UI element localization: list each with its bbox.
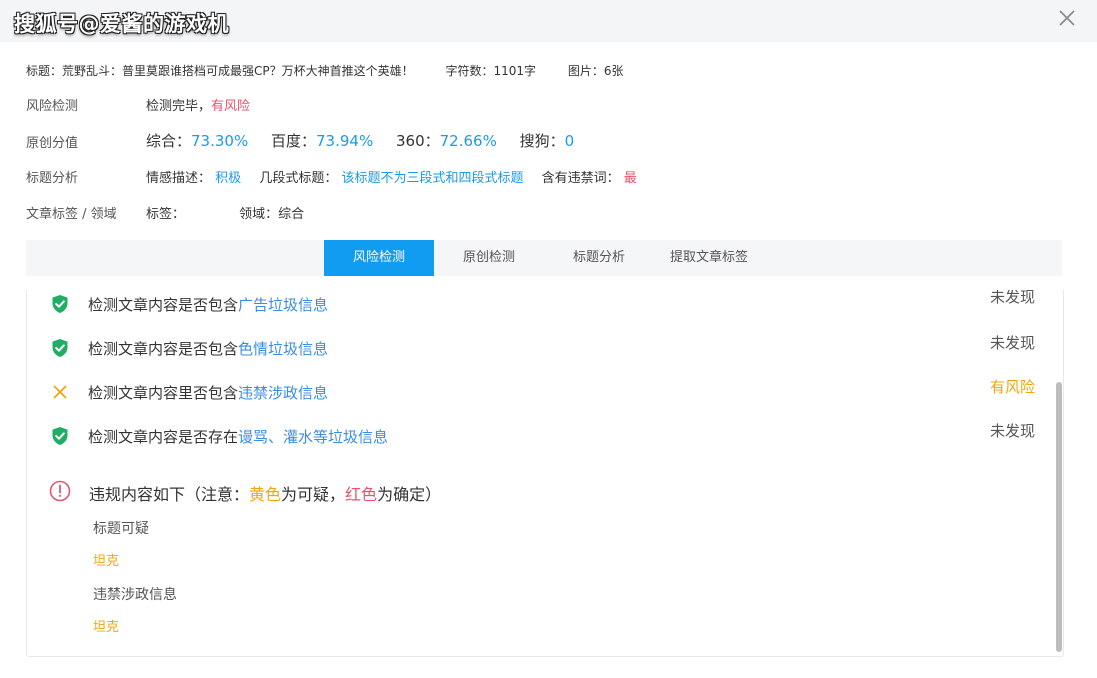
tab-bar: 风险检测 原创检测 标题分析 提取文章标签	[26, 240, 1062, 276]
violation-prefix: 违规内容如下（注意：	[89, 485, 250, 504]
title-analysis-label: 标题分析	[26, 171, 79, 186]
check-link-abuse[interactable]: 谩骂、灌水等垃圾信息	[238, 428, 388, 446]
violation-group-value: 坦克	[93, 554, 120, 569]
tab-risk-check[interactable]: 风险检测	[324, 240, 434, 276]
check-row-ads: 检测文章内容是否包含广告垃圾信息 未发现	[51, 290, 1041, 318]
tab-extract-tags[interactable]: 提取文章标签	[654, 240, 764, 276]
alert-circle-icon	[49, 480, 71, 502]
shield-check-icon	[51, 426, 69, 446]
sogou-score: 0	[564, 132, 575, 150]
tab-originality-check[interactable]: 原创检测	[434, 240, 544, 276]
check-row-politics: 检测文章内容里否包含违禁涉政信息 有风险	[51, 378, 1041, 406]
check-link-ads[interactable]: 广告垃圾信息	[238, 296, 328, 314]
violation-header-text: 违规内容如下（注意：黄色为可疑，红色为确定）	[89, 481, 441, 505]
check-status-risk: 有风险	[989, 378, 1035, 396]
watermark-text: 搜狐号@爱酱的游戏机	[14, 12, 229, 36]
sogou-label: 搜狗：	[519, 132, 565, 150]
s360-label: 360：	[396, 132, 440, 150]
overall-label: 综合：	[146, 132, 192, 150]
check-prefix: 检测文章内容是否包含	[88, 296, 239, 314]
close-icon[interactable]	[1057, 8, 1077, 28]
check-prefix: 检测文章内容是否包含	[88, 340, 239, 358]
sentiment-value: 积极	[215, 171, 242, 186]
scrollbar-thumb[interactable]	[1056, 382, 1062, 652]
check-status: 未发现	[989, 290, 1035, 306]
article-title: 标题：荒野乱斗：普里莫跟谁搭档可成最强CP？万杯大神首推这个英雄！	[26, 64, 414, 78]
domain-label: 领域：综合	[239, 207, 305, 222]
baidu-score: 73.94%	[316, 132, 374, 150]
sentiment-label: 情感描述：	[146, 171, 212, 186]
tags-label: 文章标签 / 领域	[26, 207, 117, 222]
close-x-icon	[51, 382, 69, 402]
yellow-legend: 黄色	[249, 485, 282, 504]
tag-label: 标签：	[146, 207, 186, 222]
risk-flag: 有风险	[211, 99, 251, 114]
scrollbar[interactable]	[1055, 290, 1063, 656]
overall-score: 73.30%	[191, 132, 249, 150]
baidu-label: 百度：	[271, 132, 317, 150]
segments-label: 几段式标题：	[259, 171, 338, 186]
check-text: 检测文章内容是否存在谩骂、灌水等垃圾信息	[88, 426, 388, 447]
check-link-porn[interactable]: 色情垃圾信息	[238, 340, 328, 358]
risk-label: 风险检测	[26, 99, 79, 114]
violation-group-label: 标题可疑	[93, 521, 149, 537]
check-prefix: 检测文章内容里否包含	[88, 384, 239, 402]
check-row-porn: 检测文章内容是否包含色情垃圾信息 未发现	[51, 334, 1041, 362]
check-text: 检测文章内容是否包含广告垃圾信息	[88, 294, 328, 315]
shield-check-icon	[51, 338, 69, 358]
red-legend: 红色	[345, 485, 378, 504]
dialog-header: 搜狐号@爱酱的游戏机	[0, 0, 1097, 42]
check-link-politics[interactable]: 违禁涉政信息	[238, 384, 328, 402]
article-meta: 标题：荒野乱斗：普里莫跟谁搭档可成最强CP？万杯大神首推这个英雄！ 字符数：11…	[26, 62, 651, 79]
risk-value: 检测完毕，有风险	[146, 95, 250, 114]
tags-values: 标签： 领域：综合	[146, 203, 304, 222]
check-status: 未发现	[989, 334, 1035, 352]
risk-check-panel: 检测文章内容是否包含广告垃圾信息 未发现 检测文章内容是否包含色情垃圾信息 未发…	[26, 290, 1064, 657]
check-text: 检测文章内容里否包含违禁涉政信息	[88, 382, 328, 403]
s360-score: 72.66%	[439, 132, 497, 150]
check-row-abuse: 检测文章内容是否存在谩骂、灌水等垃圾信息 未发现	[51, 422, 1041, 450]
segments-value: 该标题不为三段式和四段式标题	[341, 171, 524, 186]
risk-value-prefix: 检测完毕，	[146, 99, 212, 114]
check-text: 检测文章内容是否包含色情垃圾信息	[88, 338, 328, 359]
banned-label: 含有违禁词：	[541, 171, 620, 186]
word-count: 字符数：1101字	[445, 64, 536, 78]
tab-title-analysis[interactable]: 标题分析	[544, 240, 654, 276]
banned-value: 最	[623, 171, 637, 186]
title-analysis-values: 情感描述： 积极 几段式标题： 该标题不为三段式和四段式标题 含有违禁词： 最	[146, 167, 637, 186]
violation-mid: 为可疑，	[281, 485, 346, 504]
check-status: 未发现	[989, 422, 1035, 440]
image-count: 图片：6张	[567, 64, 624, 78]
originality-values: 综合：73.30% 百度：73.94% 360：72.66% 搜狗：0	[146, 130, 592, 151]
shield-check-icon	[51, 294, 69, 314]
violation-group-value: 坦克	[93, 620, 120, 635]
violation-suffix: 为确定）	[377, 485, 442, 504]
originality-label: 原创分值	[26, 136, 79, 151]
violation-group-label: 违禁涉政信息	[93, 587, 177, 603]
check-prefix: 检测文章内容是否存在	[88, 428, 239, 446]
